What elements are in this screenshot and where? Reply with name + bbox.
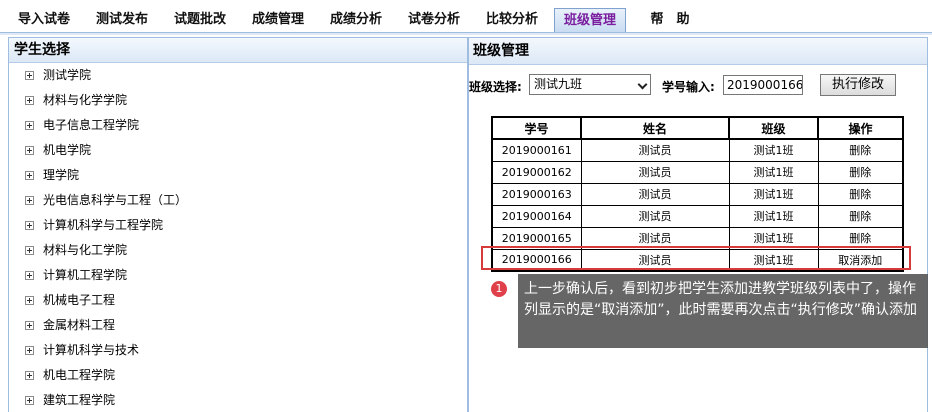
step-badge: 1 [490, 280, 508, 298]
tree-item[interactable]: 计算机工程学院 [9, 263, 467, 288]
cell-name: 测试员 [580, 160, 730, 184]
tab-score-analysis[interactable]: 成绩分析 [322, 8, 390, 32]
tree-item-label: 测试学院 [43, 68, 92, 82]
cell-student-id: 2019000164 [491, 204, 582, 228]
expand-plus-icon[interactable] [25, 321, 34, 330]
expand-plus-icon[interactable] [25, 171, 34, 180]
expand-plus-icon[interactable] [25, 271, 34, 280]
tree-item[interactable]: 计算机科学与工程学院 [9, 213, 467, 238]
annotation-callout: 上一步确认后，看到初步把学生添加进教学班级列表中了，操作列显示的是“取消添加”，… [518, 274, 928, 348]
class-management-panel: 班级管理 班级选择: 测试九班 学号输入: 执行修改 学号 姓名 班级 操作 2… [468, 37, 928, 412]
cell-class: 测试1班 [728, 138, 819, 162]
tree-item[interactable]: 机电学院 [9, 138, 467, 163]
expand-plus-icon[interactable] [25, 146, 34, 155]
tree-item-label: 电子信息工程学院 [43, 118, 140, 132]
tree-item[interactable]: 光电信息科学与工程（工） [9, 188, 467, 213]
table-row: 2019000164 测试员 测试1班 删除 [491, 204, 904, 228]
execute-modify-button[interactable]: 执行修改 [820, 74, 896, 96]
tab-score-management[interactable]: 成绩管理 [244, 8, 312, 32]
delete-link[interactable]: 删除 [817, 138, 904, 162]
tree-item[interactable]: 测试学院 [9, 63, 467, 88]
tree-item-label: 机电工程学院 [43, 368, 116, 382]
student-select-panel: 学生选择 测试学院材料与化学学院 电子信息工程学院 机电学院理学院光电信息科学与工程… [8, 37, 468, 412]
tab-import-paper[interactable]: 导入试卷 [10, 8, 78, 32]
cell-name: 测试员 [580, 138, 730, 162]
table-row: 2019000163 测试员 测试1班 删除 [491, 182, 904, 206]
tree-item-label: 材料与化学学院 [43, 93, 128, 107]
chevron-down-icon[interactable] [637, 79, 648, 90]
expand-plus-icon[interactable] [25, 396, 34, 405]
tab-class-management[interactable]: 班级管理 [554, 8, 626, 32]
cell-student-id: 2019000163 [491, 182, 582, 206]
table-header-row: 学号 姓名 班级 操作 [491, 116, 904, 140]
tree-item-label: 机械电子工程 [43, 293, 116, 307]
column-header-name: 姓名 [580, 116, 730, 140]
nav-divider [0, 32, 932, 35]
tree-item-label: 计算机科学与技术 [43, 343, 140, 357]
cell-name: 测试员 [580, 182, 730, 206]
tree-item-label: 光电信息科学与工程（工） [43, 193, 188, 207]
tree-item-label: 金属材料工程 [43, 318, 116, 332]
tree-item-label: 机电学院 [43, 143, 92, 157]
column-header-student-id: 学号 [491, 116, 582, 140]
expand-plus-icon[interactable] [25, 96, 34, 105]
class-select[interactable]: 测试九班 [529, 74, 651, 95]
tree-item-label: 建筑工程学院 [43, 393, 116, 407]
tab-test-publish[interactable]: 测试发布 [88, 8, 156, 32]
tab-help[interactable]: 帮 助 [636, 8, 704, 32]
expand-plus-icon[interactable] [25, 71, 34, 80]
expand-plus-icon[interactable] [25, 221, 34, 230]
delete-link[interactable]: 删除 [817, 182, 904, 206]
tree-item[interactable]: 计算机科学与技术 [9, 338, 467, 363]
tree-item[interactable]: 理学院 [9, 163, 467, 188]
student-id-input[interactable] [723, 75, 803, 95]
tab-paper-analysis[interactable]: 试卷分析 [400, 8, 468, 32]
tree-item-label: 计算机科学与工程学院 [43, 218, 164, 232]
tree-item-label: 理学院 [43, 168, 80, 182]
cell-class: 测试1班 [728, 160, 819, 184]
tree-item[interactable]: 材料与化学学院 [9, 88, 467, 113]
column-header-class: 班级 [728, 116, 819, 140]
tree-item[interactable]: 电子信息工程学院 [9, 113, 467, 138]
table-row: 2019000162 测试员 测试1班 删除 [491, 160, 904, 184]
annotation-text: 上一步确认后，看到初步把学生添加进教学班级列表中了，操作列显示的是“取消添加”，… [524, 281, 918, 318]
student-select-title: 学生选择 [9, 38, 467, 63]
tab-grading[interactable]: 试题批改 [166, 8, 234, 32]
column-header-action: 操作 [817, 116, 904, 140]
tree-item-label: 计算机工程学院 [43, 268, 128, 282]
expand-plus-icon[interactable] [25, 371, 34, 380]
class-management-title: 班级管理 [469, 38, 927, 65]
class-select-label: 班级选择: [469, 80, 522, 94]
expand-plus-icon[interactable] [25, 246, 34, 255]
cell-class: 测试1班 [728, 182, 819, 206]
highlight-box [481, 246, 911, 270]
cell-student-id: 2019000162 [491, 160, 582, 184]
tree-item[interactable]: 机电工程学院 [9, 363, 467, 388]
expand-plus-icon[interactable] [25, 196, 34, 205]
student-id-label: 学号输入: [662, 80, 715, 94]
college-tree: 测试学院材料与化学学院 电子信息工程学院 机电学院理学院光电信息科学与工程（工） 计算… [9, 63, 467, 412]
tree-item[interactable]: 建筑工程学院 [9, 388, 467, 412]
cell-name: 测试员 [580, 204, 730, 228]
tab-comparison-analysis[interactable]: 比较分析 [478, 8, 546, 32]
table-row: 2019000161 测试员 测试1班 删除 [491, 138, 904, 162]
top-nav: 导入试卷 测试发布 试题批改 成绩管理 成绩分析 试卷分析 比较分析 班级管理 … [0, 0, 932, 36]
tree-item-label: 材料与化工学院 [43, 243, 128, 257]
tree-item[interactable]: 机械电子工程 [9, 288, 467, 313]
class-select-value: 测试九班 [534, 77, 583, 91]
cell-class: 测试1班 [728, 204, 819, 228]
delete-link[interactable]: 删除 [817, 204, 904, 228]
expand-plus-icon[interactable] [25, 121, 34, 130]
expand-plus-icon[interactable] [25, 346, 34, 355]
delete-link[interactable]: 删除 [817, 160, 904, 184]
tree-item[interactable]: 金属材料工程 [9, 313, 467, 338]
expand-plus-icon[interactable] [25, 296, 34, 305]
cell-student-id: 2019000161 [491, 138, 582, 162]
tree-item[interactable]: 材料与化工学院 [9, 238, 467, 263]
class-toolbar: 班级选择: 测试九班 学号输入: 执行修改 [469, 74, 929, 98]
